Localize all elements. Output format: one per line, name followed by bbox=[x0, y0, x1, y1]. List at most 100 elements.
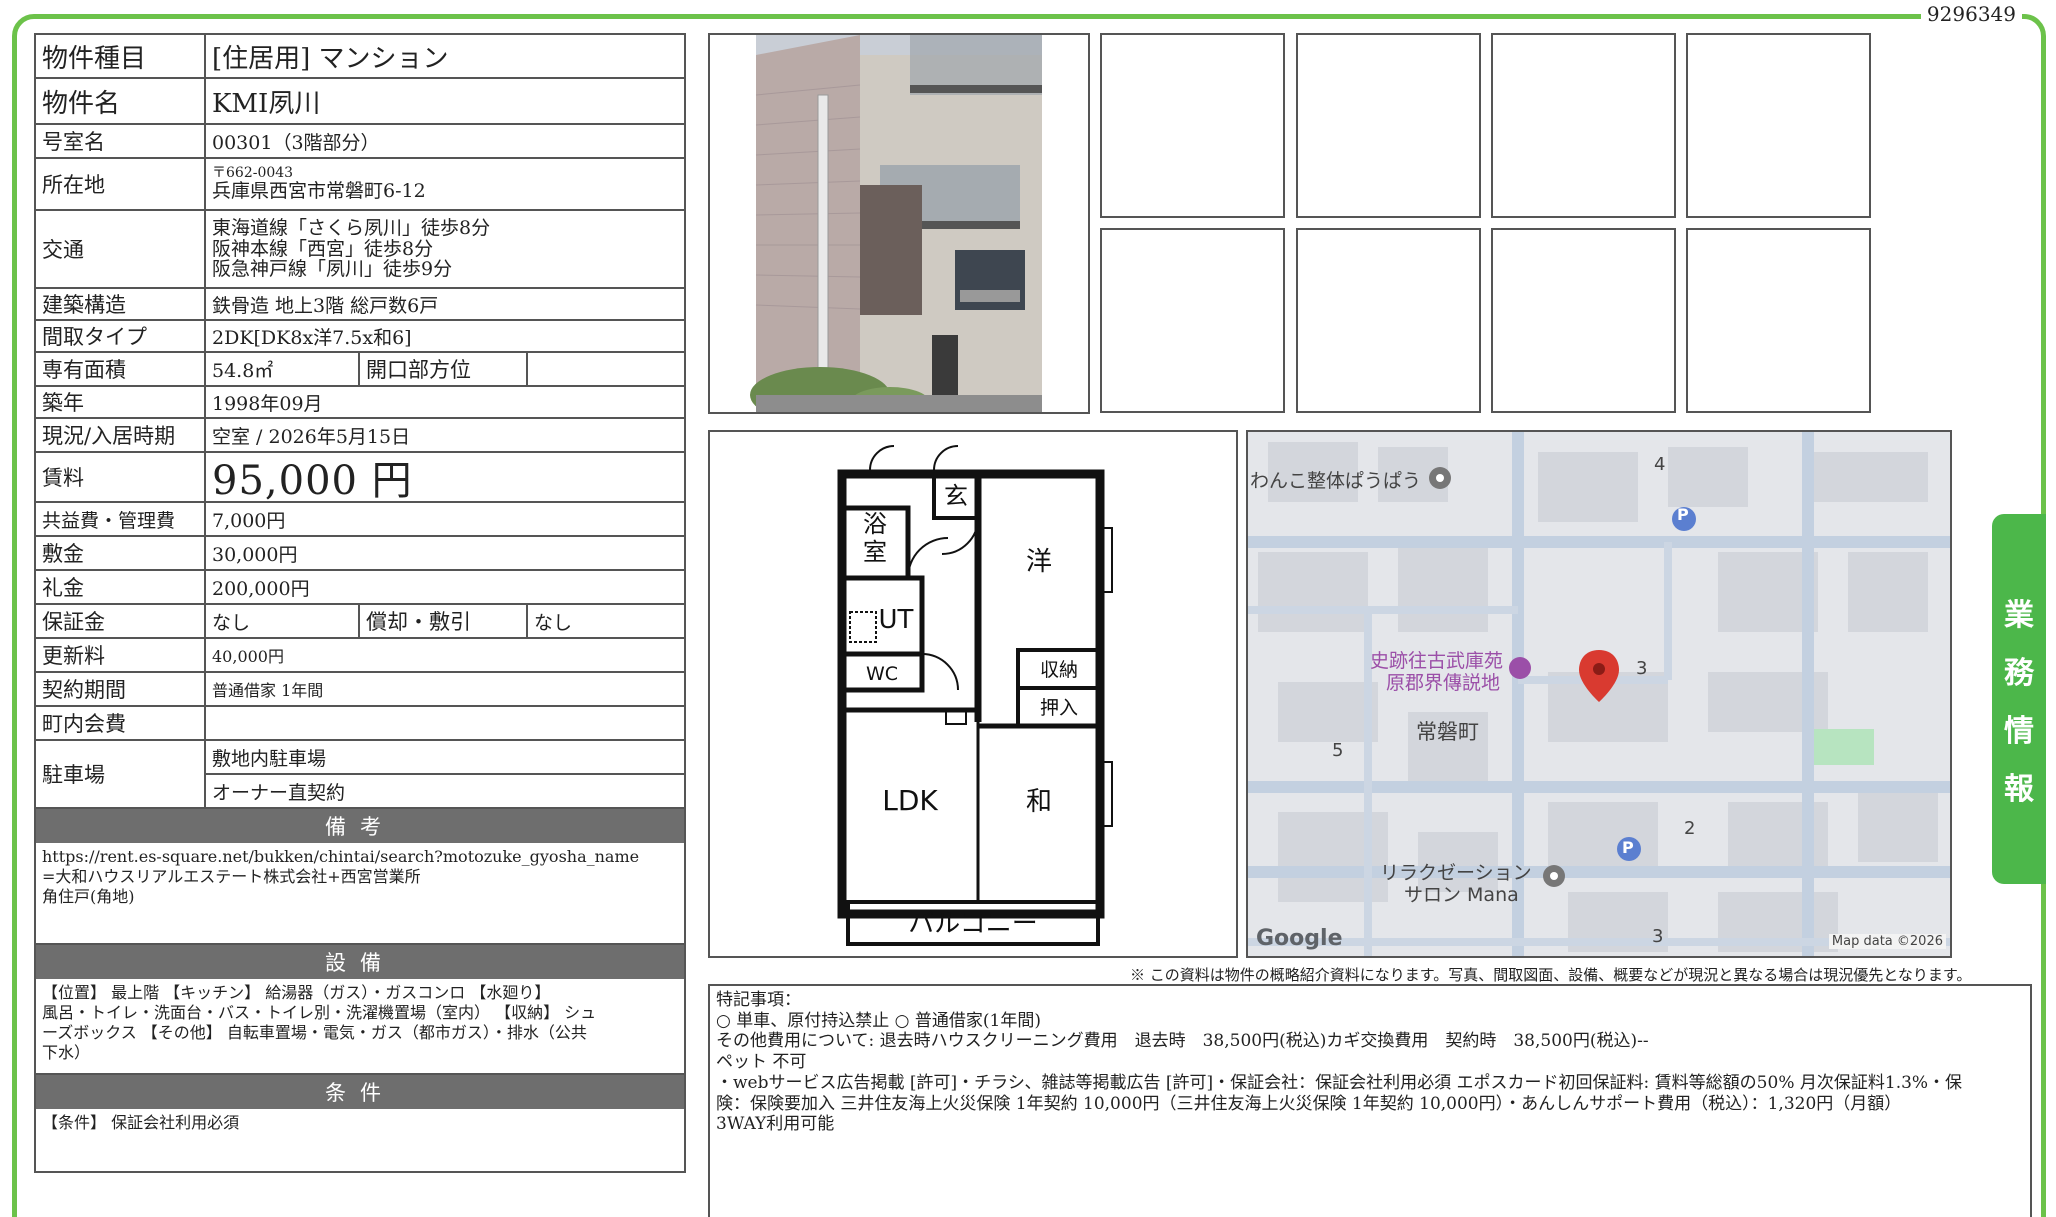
remarks-line: =大和ハウスリアルエステート株式会社+西宮営業所 bbox=[42, 867, 421, 886]
key-money-value: 200,000円 bbox=[212, 577, 310, 600]
map-place-label: サロン Mana bbox=[1404, 884, 1519, 906]
rent-value: 95,000 円 bbox=[212, 458, 413, 504]
built-value: 1998年09月 bbox=[212, 392, 323, 415]
plan-label-utility: UT bbox=[879, 605, 914, 635]
google-logo: Google bbox=[1256, 926, 1343, 951]
conditions-body: 【条件】 保証会社利用必須 bbox=[34, 1109, 686, 1173]
area-label: 専有面積 bbox=[36, 353, 206, 385]
plan-label-ldk: LDK bbox=[882, 784, 938, 817]
photo-thumbnail bbox=[1296, 228, 1481, 413]
guarantee-value: なし bbox=[206, 605, 360, 637]
disclaimer-note: ※ この資料は物件の概略紹介資料になります。写真、間取図面、設備、概要などが現況… bbox=[1130, 966, 1972, 984]
plan-label-japanese-room: 和 bbox=[1026, 787, 1052, 817]
row-contract: 契約期間 普通借家 1年間 bbox=[34, 673, 686, 707]
equipment-body: 【位置】 最上階 【キッチン】 給湯器（ガス）・ガスコンロ 【水廻り】 風呂・ト… bbox=[34, 979, 686, 1075]
map-place-label: わんこ整体ぱうぱう bbox=[1250, 470, 1422, 492]
floor-plan: 玄 浴 室 洋 UT WC 収納 押入 LDK 和 バルコニー bbox=[708, 430, 1238, 958]
map-town-label: 常磐町 bbox=[1416, 720, 1479, 744]
transit-value: 東海道線「さくら夙川」徒歩8分 阪神本線「西宮」徒歩8分 阪急神戸線「夙川」徒歩… bbox=[206, 211, 684, 287]
property-name-label: 物件名 bbox=[36, 79, 206, 123]
status-value: 空室 / 2026年5月15日 bbox=[212, 425, 411, 448]
map-block-number: 2 bbox=[1684, 818, 1696, 839]
transit-line: 阪急神戸線「夙川」徒歩9分 bbox=[212, 258, 453, 281]
structure-label: 建築構造 bbox=[36, 289, 206, 319]
plan-label-western-room: 洋 bbox=[1026, 547, 1052, 577]
photo-thumbnail bbox=[1100, 228, 1285, 413]
map-attribution: Map data ©2026 bbox=[1828, 934, 1946, 949]
document-id: 9296349 bbox=[1920, 2, 2022, 26]
photo-thumbnail bbox=[1686, 228, 1871, 413]
row-guarantee: 保証金 なし 償却・敷引 なし bbox=[34, 605, 686, 639]
plan-label-bath: 浴 bbox=[863, 510, 887, 538]
map-block-number: 3 bbox=[1652, 926, 1664, 947]
special-notes-line: ・webサービス広告掲載 [許可]・チラシ、雑誌等掲載広告 [許可]・保証会社：… bbox=[716, 1072, 1963, 1093]
row-deposit: 敷金 30,000円 bbox=[34, 537, 686, 571]
plan-label-closet: 押入 bbox=[1040, 697, 1078, 719]
special-notes-line: 険：保険要加入 三井住友海上火災保険 1年契約 10,000円（三井住友海上火災… bbox=[716, 1093, 1902, 1114]
transit-label: 交通 bbox=[36, 211, 206, 287]
row-built: 築年 1998年09月 bbox=[34, 387, 686, 419]
remarks-body: https://rent.es-square.net/bukken/chinta… bbox=[34, 843, 686, 945]
renewal-label: 更新料 bbox=[36, 639, 206, 671]
row-parking: 駐車場 敷地内駐車場 オーナー直契約 bbox=[34, 741, 686, 809]
photo-thumbnail bbox=[1686, 33, 1871, 218]
equipment-heading: 設備 bbox=[34, 945, 686, 979]
area-value: 54.8㎡ bbox=[206, 353, 360, 385]
parking-icon: P bbox=[1622, 838, 1634, 857]
special-notes-line: その他費用について: 退去時ハウスクリーニング費用 退去時 38,500円(税込… bbox=[716, 1031, 1649, 1052]
side-tab-char: 報 bbox=[2004, 772, 2034, 807]
photo-thumbnail bbox=[1491, 33, 1676, 218]
property-name-value: KMI夙川 bbox=[212, 88, 321, 119]
row-rent: 賃料 95,000 円 bbox=[34, 453, 686, 504]
special-notes-line: 3WAY利用可能 bbox=[716, 1114, 835, 1135]
guarantee-label: 保証金 bbox=[36, 605, 206, 637]
business-info-tab[interactable]: 業 務 情 報 bbox=[1992, 514, 2046, 884]
building-photo-image bbox=[750, 35, 1042, 423]
parking-value: 敷地内駐車場 bbox=[206, 741, 684, 775]
row-room: 号室名 00301（3階部分） bbox=[34, 125, 686, 159]
map-canvas bbox=[1248, 432, 1950, 956]
fee-label: 共益費・管理費 bbox=[36, 503, 206, 535]
amort-value: なし bbox=[534, 611, 573, 634]
special-notes-line: ペット 不可 bbox=[716, 1052, 807, 1073]
direction-label: 開口部方位 bbox=[360, 353, 528, 385]
structure-value: 鉄骨造 地上3階 総戸数6戸 bbox=[212, 294, 439, 317]
row-structure: 建築構造 鉄骨造 地上3階 総戸数6戸 bbox=[34, 289, 686, 321]
address-text: 兵庫県西宮市常磐町6-12 bbox=[212, 180, 426, 203]
amort-label: 償却・敷引 bbox=[360, 605, 528, 637]
row-property-type: 物件種目 [住居用] マンション bbox=[34, 33, 686, 79]
parking-icon: P bbox=[1677, 505, 1689, 524]
layout-value: 2DK[DK8x洋7.5x和6] bbox=[212, 326, 412, 349]
plan-label-balcony: バルコニー bbox=[908, 909, 1037, 939]
status-label: 現況/入居時期 bbox=[36, 419, 206, 451]
equipment-line: 下水） bbox=[42, 1043, 91, 1062]
map-place-label: 原郡界傳説地 bbox=[1386, 672, 1501, 694]
row-fee: 共益費・管理費 7,000円 bbox=[34, 503, 686, 537]
side-tab-char: 業 bbox=[2004, 598, 2034, 633]
fee-value: 7,000円 bbox=[212, 509, 286, 532]
map-block-number: 4 bbox=[1654, 454, 1666, 475]
room-value: 00301（3階部分） bbox=[212, 131, 380, 154]
equipment-line: 風呂・トイレ・洗面台・バス・トイレ別・洗濯機置場（室内） 【収納】 シュ bbox=[42, 1003, 597, 1022]
plan-label-wc: WC bbox=[866, 663, 898, 685]
special-notes-heading: 特記事項： bbox=[716, 990, 801, 1010]
row-address: 所在地 〒662-0043 兵庫県西宮市常磐町6-12 bbox=[34, 159, 686, 211]
remarks-line: https://rent.es-square.net/bukken/chinta… bbox=[42, 847, 640, 866]
deposit-value: 30,000円 bbox=[212, 543, 298, 566]
direction-value bbox=[528, 353, 684, 385]
plan-label-storage: 収納 bbox=[1040, 659, 1078, 681]
side-tab-char: 務 bbox=[2004, 656, 2034, 691]
map-block-number: 3 bbox=[1636, 658, 1648, 679]
location-map[interactable]: わんこ整体ぱうぱう 4 P 史跡往古武庫苑 原郡界傳説地 3 常磐町 5 2 P… bbox=[1246, 430, 1952, 958]
floor-plan-drawing: 玄 浴 室 洋 UT WC 収納 押入 LDK 和 バルコニー bbox=[837, 445, 1113, 946]
photo-thumbnail bbox=[1491, 228, 1676, 413]
row-layout: 間取タイプ 2DK[DK8x洋7.5x和6] bbox=[34, 321, 686, 353]
town-fee-label: 町内会費 bbox=[36, 707, 206, 739]
parking-value: オーナー直契約 bbox=[212, 781, 346, 804]
built-label: 築年 bbox=[36, 387, 206, 417]
address-label: 所在地 bbox=[36, 159, 206, 209]
parking-label: 駐車場 bbox=[36, 741, 206, 807]
equipment-line: 【位置】 最上階 【キッチン】 給湯器（ガス）・ガスコンロ 【水廻り】 bbox=[42, 983, 551, 1002]
deposit-label: 敷金 bbox=[36, 537, 206, 569]
plan-label-bath-2: 室 bbox=[863, 538, 887, 566]
